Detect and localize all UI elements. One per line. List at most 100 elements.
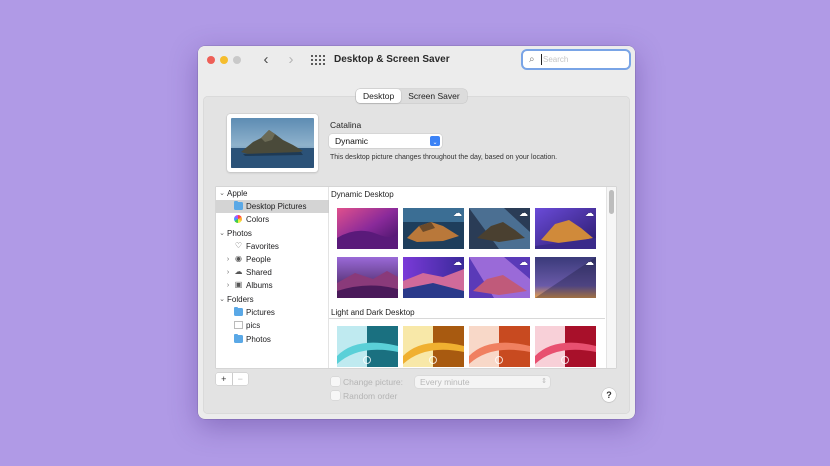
sidebar-item-shared[interactable]: › ☁ Shared — [216, 266, 330, 279]
window-title: Desktop & Screen Saver — [334, 54, 450, 65]
interval-select[interactable]: Every minute ⇕ — [415, 376, 550, 388]
chevron-right-icon[interactable]: › — [224, 279, 232, 292]
updown-chevron-icon: ⌃ ⌄ — [430, 135, 440, 146]
catalina-preview-image — [231, 118, 314, 168]
sidebar-section-photos[interactable]: ⌄ Photos — [216, 227, 330, 240]
interval-value: Every minute — [420, 377, 470, 387]
download-cloud-icon[interactable]: ☁ — [453, 209, 462, 218]
sidebar-item-favorites[interactable]: ♡ Favorites — [216, 240, 330, 253]
light-dark-indicator-icon — [561, 356, 569, 364]
updown-chevron-icon: ⇕ — [541, 378, 547, 385]
sidebar-item-desktop-pictures[interactable]: Desktop Pictures — [216, 200, 330, 213]
download-cloud-icon[interactable]: ☁ — [453, 258, 462, 267]
random-order-label: Random order — [343, 391, 398, 401]
wallpaper-thumbnail[interactable]: ☁ — [469, 208, 530, 249]
change-picture-label: Change picture: — [343, 377, 404, 387]
section-header-light-dark: Light and Dark Desktop — [331, 308, 415, 317]
tab-screen-saver[interactable]: Screen Saver — [401, 89, 467, 103]
sidebar-item-label: Apple — [227, 189, 248, 198]
sidebar-item-label: Favorites — [246, 242, 279, 251]
forward-arrow-icon[interactable]: › — [284, 52, 298, 68]
preferences-window: ‹ › Desktop & Screen Saver ⌕ Desktop Scr… — [198, 46, 635, 419]
chevron-right-icon[interactable]: › — [224, 253, 232, 266]
wallpaper-gallery: Dynamic Desktop ☁ ☁ ☁ ☁ ☁ ☁ Light and Da… — [329, 187, 616, 368]
search-input[interactable] — [543, 53, 623, 66]
section-divider — [329, 318, 605, 319]
sidebar-item-colors[interactable]: Colors — [216, 213, 330, 226]
gallery-scrollbar[interactable] — [606, 187, 616, 368]
source-sidebar: ⌄ Apple Desktop Pictures Colors ⌄ Photos… — [216, 187, 330, 368]
section-header-dynamic: Dynamic Desktop — [331, 190, 394, 199]
cloud-icon: ☁ — [234, 267, 243, 276]
folder-icon — [234, 200, 243, 210]
zoom-button[interactable] — [233, 56, 241, 64]
sidebar-item-label: Photos — [227, 229, 252, 238]
search-field[interactable]: ⌕ — [521, 49, 631, 70]
sidebar-item-people[interactable]: › ◉ People — [216, 253, 330, 266]
tab-bar: Desktop Screen Saver — [356, 89, 467, 103]
sidebar-item-label: Shared — [246, 268, 272, 277]
download-cloud-icon[interactable]: ☁ — [519, 258, 528, 267]
tab-desktop[interactable]: Desktop — [356, 89, 402, 103]
sidebar-item-photos-folder[interactable]: Photos — [216, 333, 330, 346]
show-all-grid-icon[interactable] — [311, 55, 326, 66]
light-dark-indicator-icon — [429, 356, 437, 364]
scrollbar-thumb[interactable] — [609, 190, 614, 214]
chevron-down-icon[interactable]: ⌄ — [218, 227, 226, 240]
wallpaper-thumbnail[interactable]: ☁ — [535, 257, 596, 298]
minimize-button[interactable] — [220, 56, 228, 64]
dynamic-mode-select[interactable]: Dynamic ⌃ ⌄ — [329, 134, 442, 148]
light-dark-indicator-icon — [363, 356, 371, 364]
title-bar: ‹ › Desktop & Screen Saver ⌕ — [198, 46, 635, 74]
sidebar-item-label: Photos — [246, 335, 271, 344]
album-icon: ▣ — [234, 280, 243, 289]
sidebar-item-label: Colors — [246, 215, 270, 224]
remove-folder-button[interactable]: − — [231, 373, 249, 385]
sidebar-section-folders[interactable]: ⌄ Folders — [216, 293, 330, 306]
wallpaper-name: Catalina — [330, 120, 362, 130]
selected-mode: Dynamic — [335, 136, 369, 146]
add-folder-button[interactable]: + — [216, 373, 232, 385]
folder-icon — [234, 333, 243, 343]
sidebar-add-remove: + − — [216, 373, 248, 385]
sidebar-item-label: Albums — [246, 281, 273, 290]
wallpaper-thumbnail[interactable] — [337, 257, 398, 298]
wallpaper-thumbnail[interactable] — [469, 326, 530, 367]
download-cloud-icon[interactable]: ☁ — [585, 209, 594, 218]
wallpaper-thumbnail[interactable]: ☁ — [403, 257, 464, 298]
random-order-checkbox[interactable] — [331, 391, 340, 400]
sidebar-item-label: pics — [246, 321, 261, 330]
download-cloud-icon[interactable]: ☁ — [585, 258, 594, 267]
sidebar-item-label: Desktop Pictures — [246, 202, 307, 211]
heart-icon: ♡ — [234, 241, 243, 250]
help-button[interactable]: ? — [602, 388, 616, 402]
light-dark-indicator-icon — [495, 356, 503, 364]
folder-icon — [234, 306, 243, 316]
wallpaper-thumbnail[interactable]: ☁ — [535, 208, 596, 249]
wallpaper-thumbnail[interactable]: ☁ — [403, 208, 464, 249]
close-button[interactable] — [207, 56, 215, 64]
download-cloud-icon[interactable]: ☁ — [519, 209, 528, 218]
chevron-down-icon[interactable]: ⌄ — [218, 187, 226, 200]
wallpaper-thumbnail[interactable]: ☁ — [469, 257, 530, 298]
current-wallpaper-preview — [227, 114, 318, 172]
change-picture-checkbox[interactable] — [331, 377, 340, 386]
wallpaper-thumbnail[interactable] — [337, 208, 398, 249]
wallpaper-thumbnail[interactable] — [535, 326, 596, 367]
person-icon: ◉ — [235, 254, 242, 263]
back-arrow-icon[interactable]: ‹ — [259, 52, 273, 68]
chevron-right-icon[interactable]: › — [224, 266, 232, 279]
sidebar-item-label: People — [246, 255, 271, 264]
sidebar-item-albums[interactable]: › ▣ Albums — [216, 279, 330, 292]
wallpaper-thumbnail[interactable] — [337, 326, 398, 367]
sidebar-section-apple[interactable]: ⌄ Apple — [216, 187, 330, 200]
sidebar-item-pictures[interactable]: Pictures — [216, 306, 330, 319]
document-icon — [234, 321, 243, 329]
sidebar-item-pics[interactable]: pics — [216, 319, 330, 332]
search-icon: ⌕ — [529, 54, 535, 65]
text-caret — [541, 54, 542, 65]
sidebar-item-label: Pictures — [246, 308, 275, 317]
chevron-down-icon[interactable]: ⌄ — [218, 293, 226, 306]
wallpaper-description: This desktop picture changes throughout … — [330, 154, 558, 161]
wallpaper-thumbnail[interactable] — [403, 326, 464, 367]
